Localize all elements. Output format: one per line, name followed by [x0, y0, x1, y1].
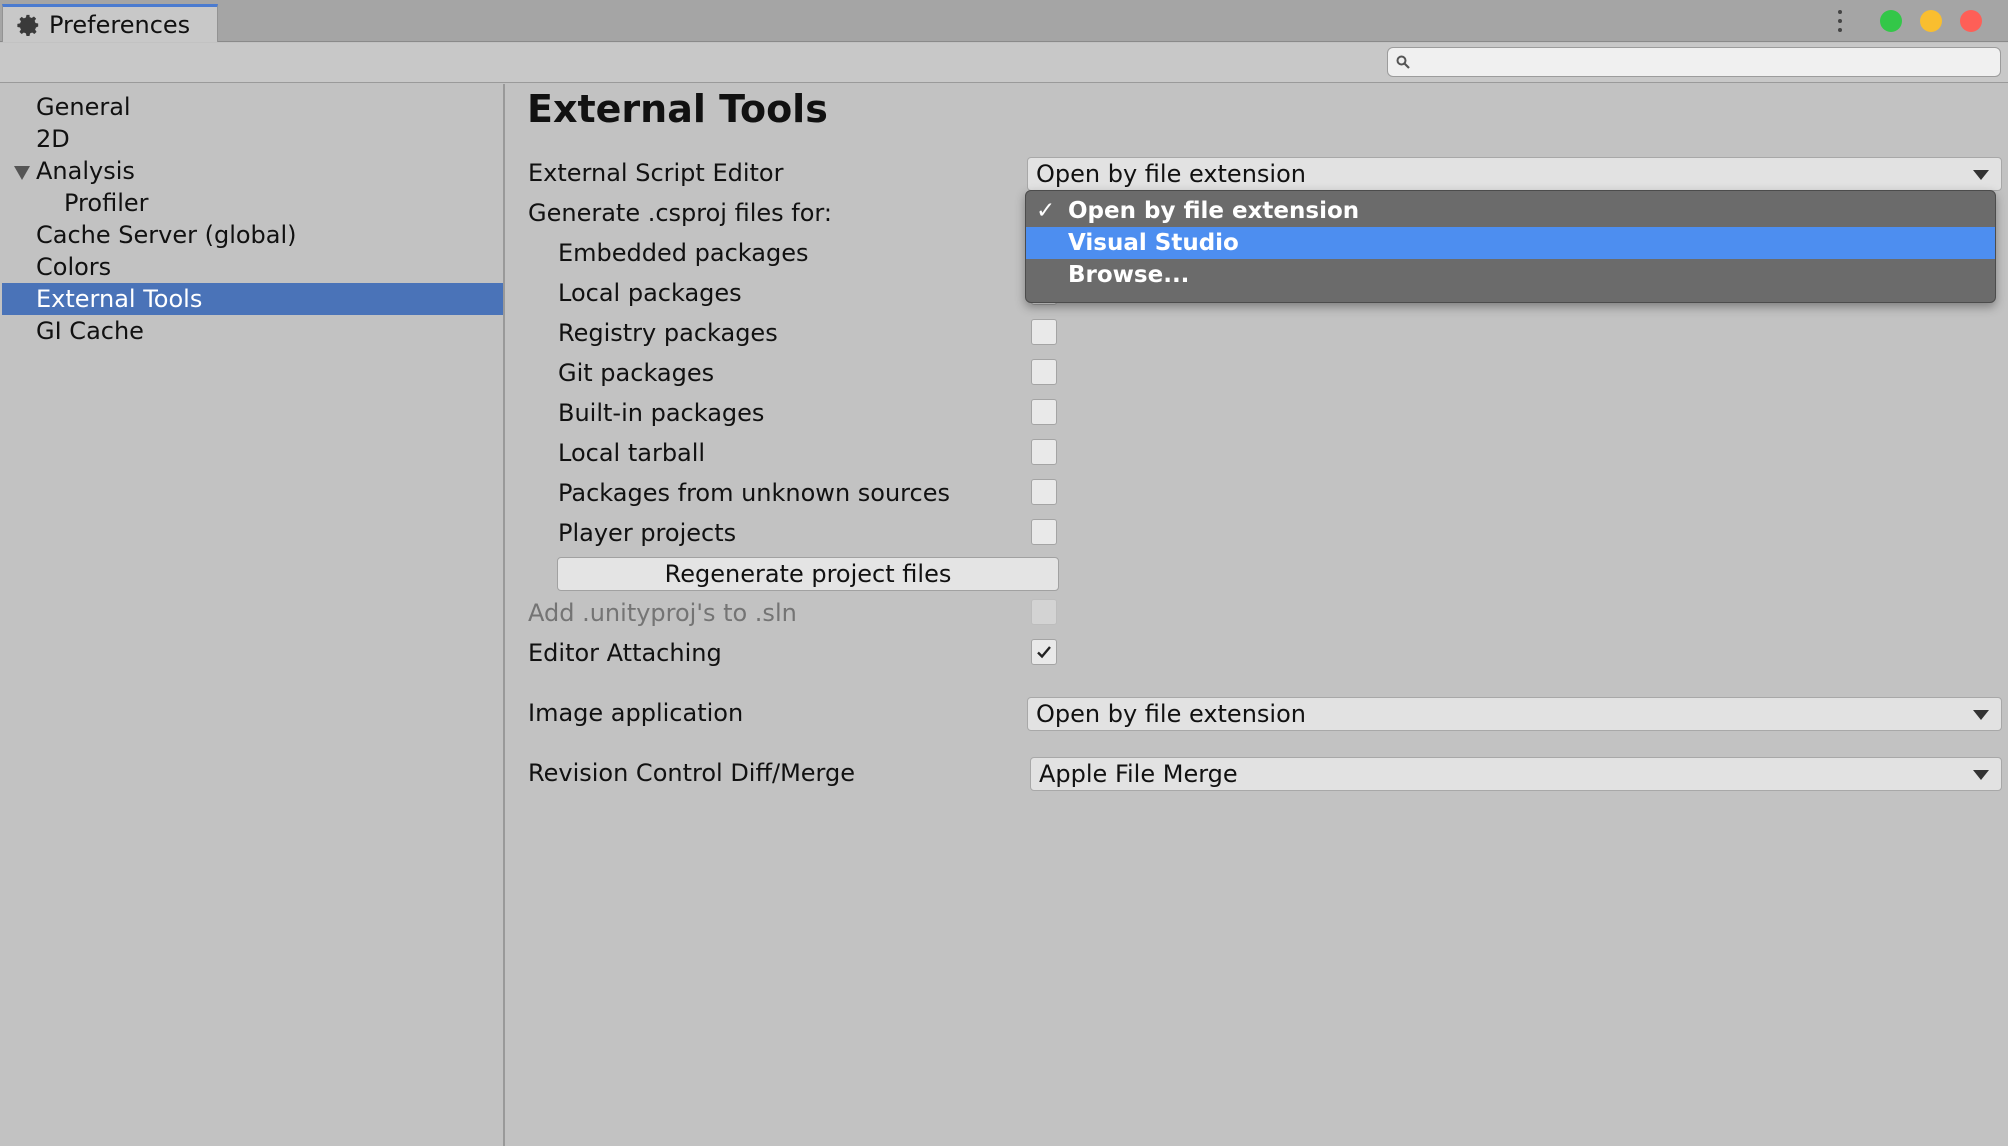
checkbox-player-projects[interactable]	[1031, 519, 1057, 545]
script-editor-menu: ✓ Open by file extension Visual Studio B…	[1025, 190, 1996, 303]
editor-attaching-label: Editor Attaching	[528, 639, 722, 667]
revision-control-value: Apple File Merge	[1039, 760, 1238, 788]
gear-icon	[17, 14, 39, 36]
package-label-git: Git packages	[558, 359, 715, 387]
close-button[interactable]	[1960, 10, 1982, 32]
sidebar-item-general[interactable]: General	[2, 91, 503, 123]
search-icon	[1396, 55, 1410, 69]
regenerate-project-files-button[interactable]: Regenerate project files	[557, 557, 1059, 591]
package-label-builtin: Built-in packages	[558, 399, 765, 427]
menu-item-open-by-extension[interactable]: ✓ Open by file extension	[1026, 195, 1995, 227]
package-label-local: Local packages	[558, 279, 742, 307]
image-application-dropdown[interactable]: Open by file extension	[1027, 697, 2002, 731]
checkmark-icon: ✓	[1036, 198, 1056, 224]
checkmark-icon	[1037, 646, 1051, 659]
menu-item-label: Browse...	[1068, 262, 1190, 288]
title-bar: Preferences	[0, 0, 2008, 42]
sidebar-item-label: 2D	[36, 125, 70, 153]
sidebar-item-label: Analysis	[36, 157, 135, 185]
package-label-registry: Registry packages	[558, 319, 778, 347]
minimize-button[interactable]	[1920, 10, 1942, 32]
toolbar	[0, 43, 2008, 83]
sidebar-item-label: External Tools	[36, 285, 203, 313]
checkbox-builtin-packages[interactable]	[1031, 399, 1057, 425]
checkbox-add-unityproj	[1031, 599, 1057, 625]
window-controls	[1836, 8, 1982, 34]
package-label-unknown-sources: Packages from unknown sources	[558, 479, 950, 507]
chevron-down-icon	[1973, 710, 1989, 720]
checkbox-unknown-sources[interactable]	[1031, 479, 1057, 505]
checkbox-registry-packages[interactable]	[1031, 319, 1057, 345]
sidebar-item-colors[interactable]: Colors	[2, 251, 503, 283]
script-editor-value: Open by file extension	[1036, 160, 1306, 188]
maximize-button[interactable]	[1880, 10, 1902, 32]
menu-item-label: Open by file extension	[1068, 198, 1360, 224]
checkbox-local-tarball[interactable]	[1031, 439, 1057, 465]
sidebar: General 2D Analysis Profiler Cache Serve…	[0, 84, 505, 1146]
tab-label: Preferences	[49, 10, 191, 39]
sidebar-item-analysis[interactable]: Analysis	[2, 155, 503, 187]
sidebar-item-2d[interactable]: 2D	[2, 123, 503, 155]
image-application-label: Image application	[528, 699, 744, 727]
revision-control-label: Revision Control Diff/Merge	[528, 759, 855, 787]
sidebar-item-external-tools[interactable]: External Tools	[2, 283, 503, 315]
sidebar-item-cache-server[interactable]: Cache Server (global)	[2, 219, 503, 251]
revision-control-dropdown[interactable]: Apple File Merge	[1030, 757, 2002, 791]
script-editor-dropdown[interactable]: Open by file extension	[1027, 157, 2002, 191]
package-label-player-projects: Player projects	[558, 519, 737, 547]
sidebar-item-label: General	[36, 93, 131, 121]
chevron-down-icon	[1973, 170, 1989, 180]
sidebar-item-gi-cache[interactable]: GI Cache	[2, 315, 503, 347]
package-label-local-tarball: Local tarball	[558, 439, 706, 467]
more-options-icon[interactable]	[1836, 10, 1844, 32]
generate-csproj-label: Generate .csproj files for:	[528, 199, 832, 227]
add-unityproj-label: Add .unityproj's to .sln	[528, 599, 797, 627]
chevron-down-icon	[1973, 770, 1989, 780]
page-title: External Tools	[527, 87, 828, 131]
package-label-embedded: Embedded packages	[558, 239, 809, 267]
sidebar-item-label: Colors	[36, 253, 112, 281]
checkbox-editor-attaching[interactable]	[1031, 639, 1057, 665]
menu-item-visual-studio[interactable]: Visual Studio	[1026, 227, 1995, 259]
sidebar-item-label: Profiler	[64, 189, 149, 217]
checkbox-git-packages[interactable]	[1031, 359, 1057, 385]
menu-item-browse[interactable]: Browse...	[1026, 259, 1995, 291]
tab-preferences[interactable]: Preferences	[2, 4, 218, 42]
script-editor-label: External Script Editor	[528, 159, 784, 187]
sidebar-item-label: GI Cache	[36, 317, 144, 345]
image-application-value: Open by file extension	[1036, 700, 1306, 728]
expand-triangle-icon[interactable]	[14, 166, 30, 180]
menu-item-label: Visual Studio	[1068, 230, 1239, 256]
search-input[interactable]	[1387, 47, 2001, 77]
sidebar-item-label: Cache Server (global)	[36, 221, 297, 249]
sidebar-item-profiler[interactable]: Profiler	[2, 187, 503, 219]
